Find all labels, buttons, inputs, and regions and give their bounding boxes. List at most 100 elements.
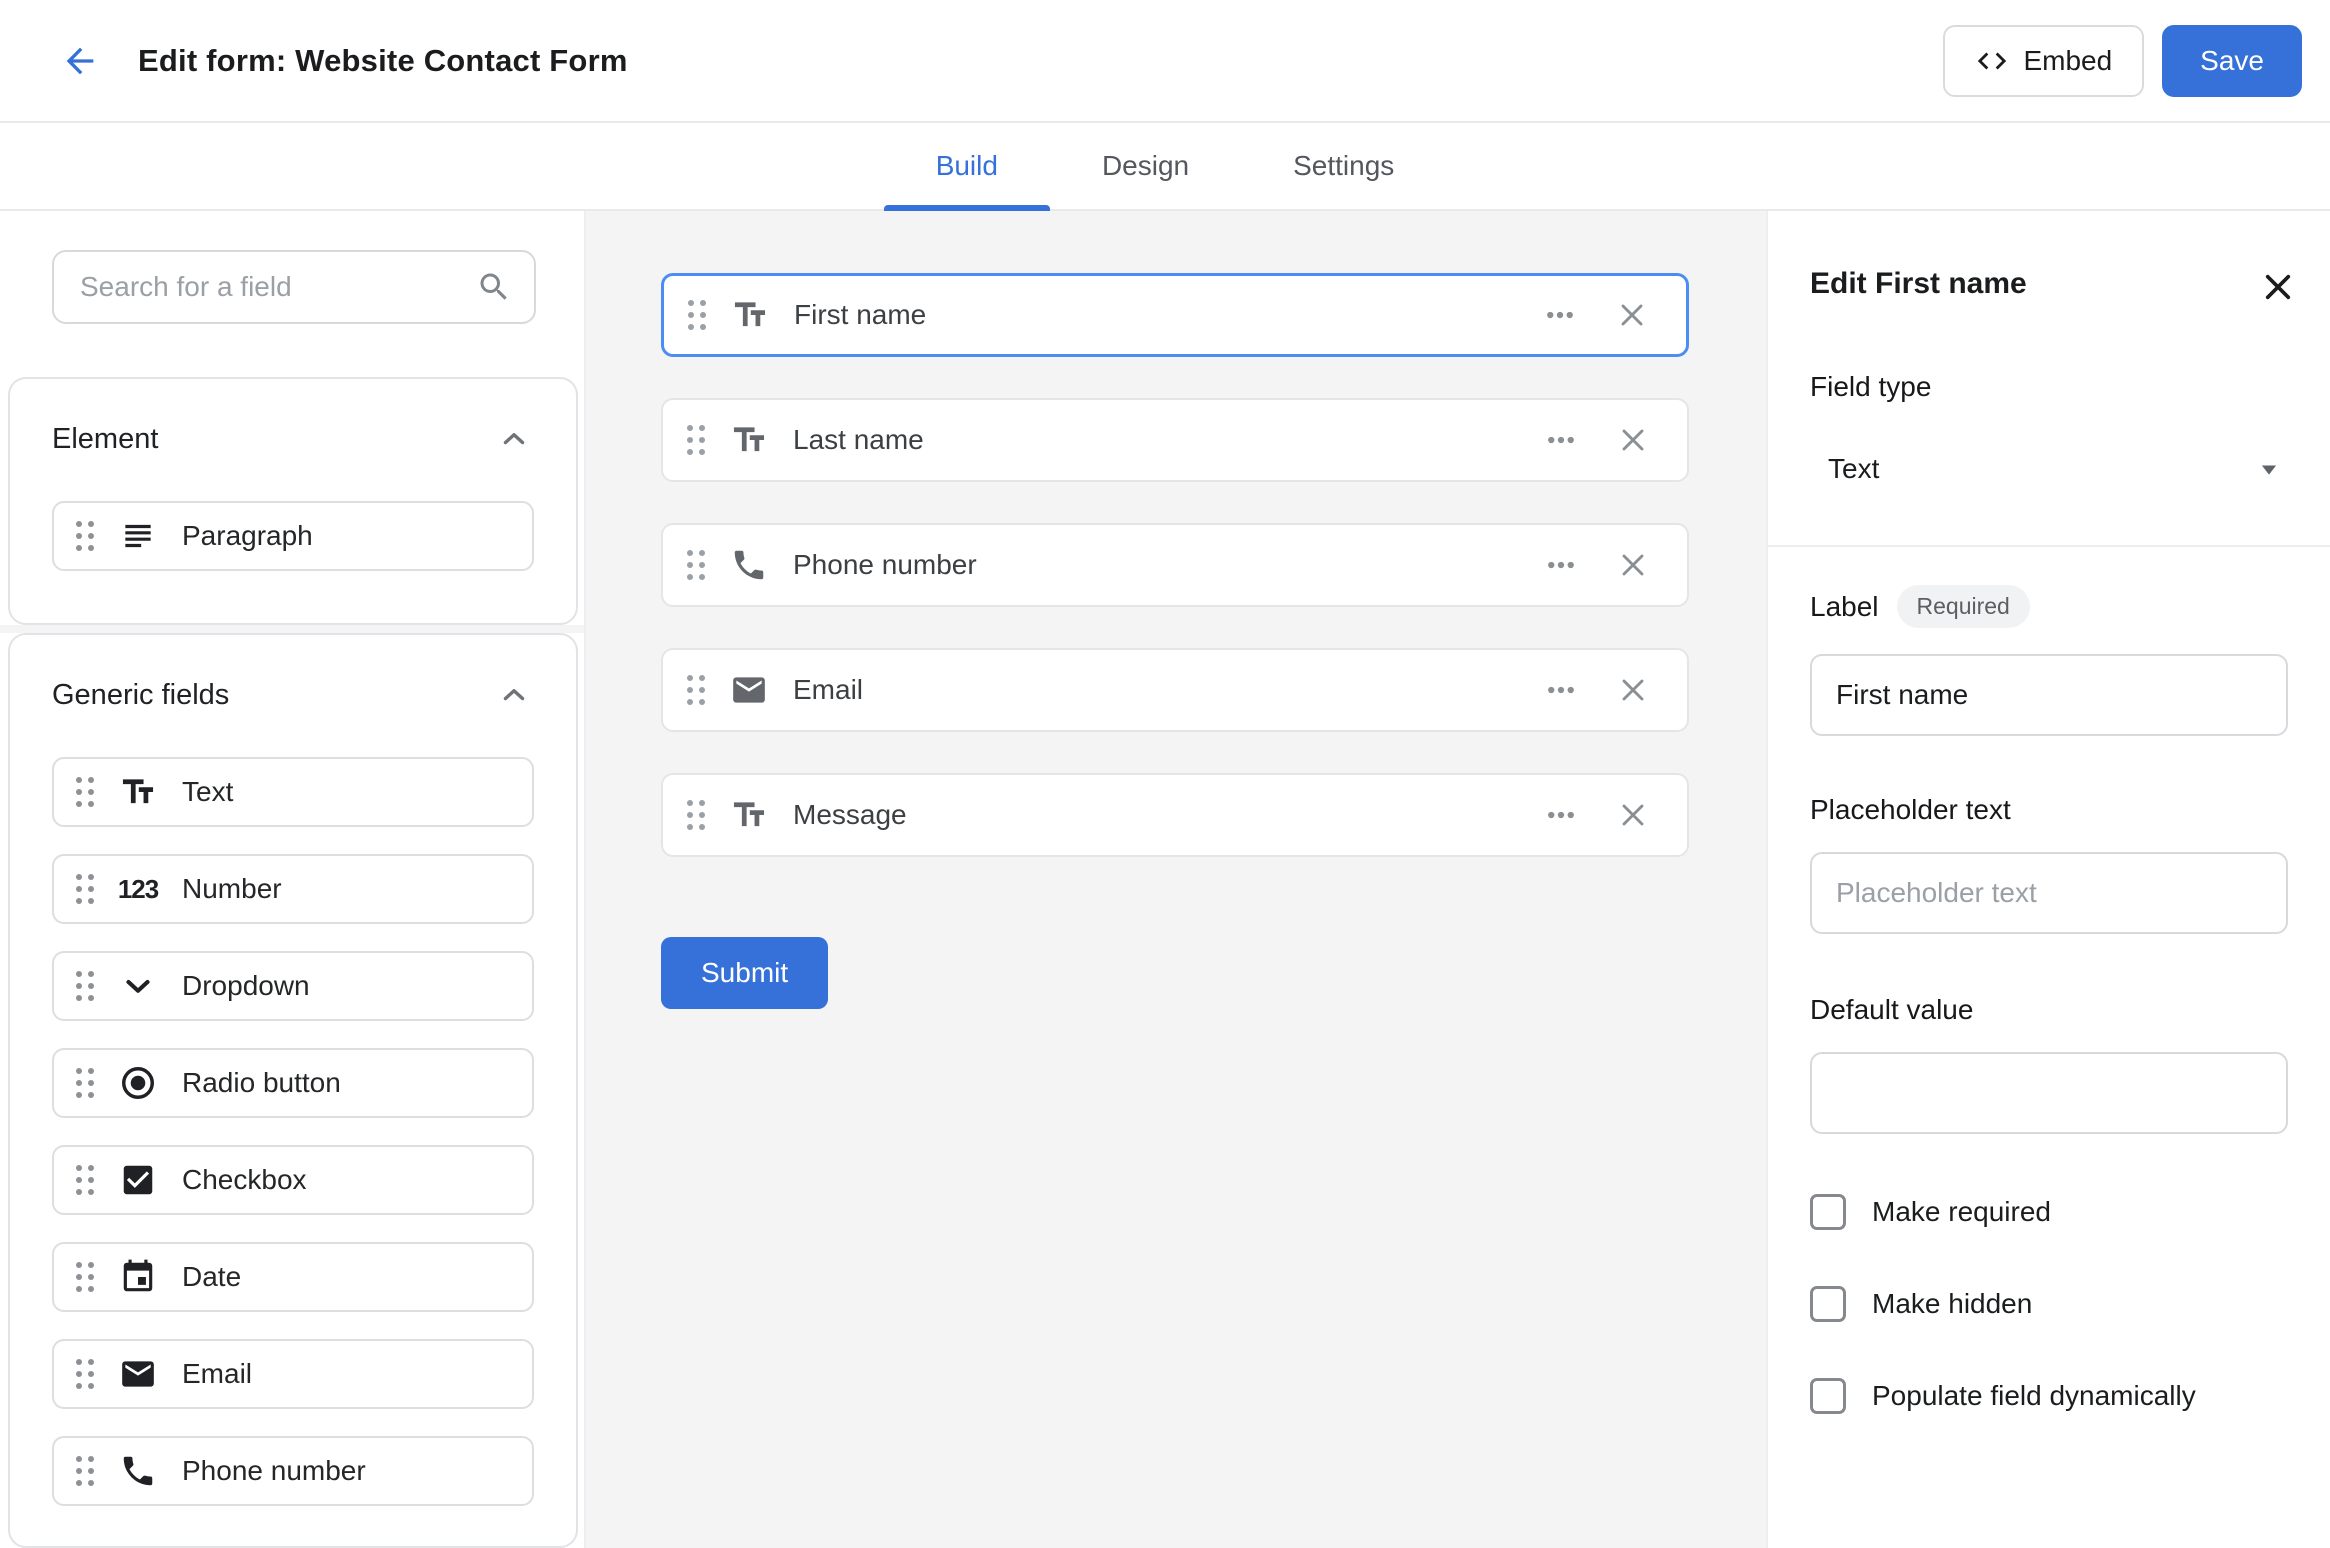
field-options-button[interactable] (1537, 541, 1585, 589)
drag-handle-icon[interactable] (76, 521, 94, 551)
app-header: Edit form: Website Contact Form Embed Sa… (0, 0, 2330, 123)
form-builder-app: Edit form: Website Contact Form Embed Sa… (0, 0, 2330, 1548)
palette-item-paragraph[interactable]: Paragraph (52, 501, 534, 571)
palette-item-checkbox[interactable]: Checkbox (52, 1145, 534, 1215)
drag-handle-icon[interactable] (76, 777, 94, 807)
drag-handle-icon[interactable] (76, 874, 94, 904)
palette-item-date[interactable]: Date (52, 1242, 534, 1312)
field-type-label: Field type (1810, 371, 2288, 403)
make-required-checkbox[interactable]: Make required (1810, 1194, 2288, 1230)
field-options-button[interactable] (1537, 666, 1585, 714)
field-options-button[interactable] (1537, 416, 1585, 464)
more-icon (1542, 297, 1578, 333)
section-gap (0, 625, 584, 633)
drag-handle-icon[interactable] (76, 1165, 94, 1195)
checkbox-box[interactable] (1810, 1286, 1846, 1322)
more-icon (1543, 547, 1579, 583)
palette-item-dropdown[interactable]: Dropdown (52, 951, 534, 1021)
main-content: Element Paragraph Generic fields (0, 211, 2330, 1548)
more-icon (1543, 672, 1579, 708)
label-label: Label (1810, 591, 1879, 623)
chevron-up-icon (497, 678, 531, 712)
drag-handle-icon[interactable] (76, 1262, 94, 1292)
save-button[interactable]: Save (2162, 25, 2302, 97)
drag-handle-icon[interactable] (76, 1359, 94, 1389)
field-palette-sidebar: Element Paragraph Generic fields (0, 211, 586, 1548)
placeholder-input[interactable] (1810, 852, 2288, 934)
more-icon (1543, 797, 1579, 833)
back-button[interactable] (56, 37, 104, 85)
drag-handle-icon[interactable] (688, 300, 706, 330)
field-option-checkboxes: Make required Make hidden Populate field… (1810, 1194, 2288, 1414)
chevron-up-icon (497, 422, 531, 456)
generic-fields-section: Generic fields Text 123 Number (8, 633, 578, 1548)
required-badge: Required (1897, 585, 2030, 628)
drag-handle-icon[interactable] (76, 971, 94, 1001)
form-submit-button[interactable]: Submit (661, 937, 828, 1009)
palette-item-number[interactable]: 123 Number (52, 854, 534, 924)
form-field-list: First name Last name Phone numbe (661, 273, 1689, 857)
search-input[interactable] (80, 271, 476, 303)
palette-item-radio[interactable]: Radio button (52, 1048, 534, 1118)
drag-handle-icon[interactable] (687, 800, 705, 830)
make-hidden-checkbox[interactable]: Make hidden (1810, 1286, 2288, 1322)
close-icon (1614, 297, 1650, 333)
checkbox-box[interactable] (1810, 1378, 1846, 1414)
placeholder-label: Placeholder text (1810, 794, 2288, 826)
number-icon: 123 (118, 869, 158, 909)
header-actions: Embed Save (1943, 25, 2302, 97)
drag-handle-icon[interactable] (687, 675, 705, 705)
element-section: Element Paragraph (8, 377, 578, 625)
form-field-first-name[interactable]: First name (661, 273, 1689, 357)
field-search (52, 250, 536, 324)
generic-fields-collapse-button[interactable] (494, 675, 534, 715)
generic-field-items: Text 123 Number Dropdown (52, 757, 534, 1506)
field-options-button[interactable] (1537, 791, 1585, 839)
phone-icon (118, 1451, 158, 1491)
text-icon (729, 420, 769, 460)
field-editor-panel: Edit First name Field type Text Label Re… (1766, 211, 2330, 1548)
label-section-header: Label Required (1810, 585, 2288, 628)
field-remove-button[interactable] (1609, 791, 1657, 839)
drag-handle-icon[interactable] (76, 1068, 94, 1098)
element-items: Paragraph (52, 501, 534, 571)
close-icon (2259, 268, 2297, 306)
panel-close-button[interactable] (2256, 265, 2300, 309)
field-remove-button[interactable] (1609, 416, 1657, 464)
drag-handle-icon[interactable] (687, 550, 705, 580)
phone-icon (729, 545, 769, 585)
field-type-select[interactable]: Text (1810, 445, 2288, 493)
element-collapse-button[interactable] (494, 419, 534, 459)
palette-item-phone[interactable]: Phone number (52, 1436, 534, 1506)
form-field-email[interactable]: Email (661, 648, 1689, 732)
field-remove-button[interactable] (1608, 291, 1656, 339)
text-icon (730, 295, 770, 335)
close-icon (1615, 547, 1651, 583)
drag-handle-icon[interactable] (76, 1456, 94, 1486)
form-field-last-name[interactable]: Last name (661, 398, 1689, 482)
page-title: Edit form: Website Contact Form (138, 43, 628, 79)
palette-item-email[interactable]: Email (52, 1339, 534, 1409)
checkbox-box[interactable] (1810, 1194, 1846, 1230)
drag-handle-icon[interactable] (687, 425, 705, 455)
tab-design[interactable]: Design (1050, 123, 1241, 209)
label-input[interactable] (1810, 654, 2288, 736)
field-remove-button[interactable] (1609, 541, 1657, 589)
field-options-button[interactable] (1536, 291, 1584, 339)
tab-build[interactable]: Build (884, 123, 1050, 209)
text-icon (118, 772, 158, 812)
form-field-phone-number[interactable]: Phone number (661, 523, 1689, 607)
palette-item-text[interactable]: Text (52, 757, 534, 827)
field-remove-button[interactable] (1609, 666, 1657, 714)
text-icon (729, 795, 769, 835)
form-field-message[interactable]: Message (661, 773, 1689, 857)
populate-dynamically-checkbox[interactable]: Populate field dynamically (1810, 1378, 2288, 1414)
embed-button[interactable]: Embed (1943, 25, 2144, 97)
element-section-title: Element (52, 423, 158, 456)
checkbox-icon (118, 1160, 158, 1200)
close-icon (1615, 672, 1651, 708)
dropdown-arrow-icon (2252, 452, 2286, 486)
tab-settings[interactable]: Settings (1241, 123, 1446, 209)
dropdown-icon (118, 966, 158, 1006)
default-value-input[interactable] (1810, 1052, 2288, 1134)
